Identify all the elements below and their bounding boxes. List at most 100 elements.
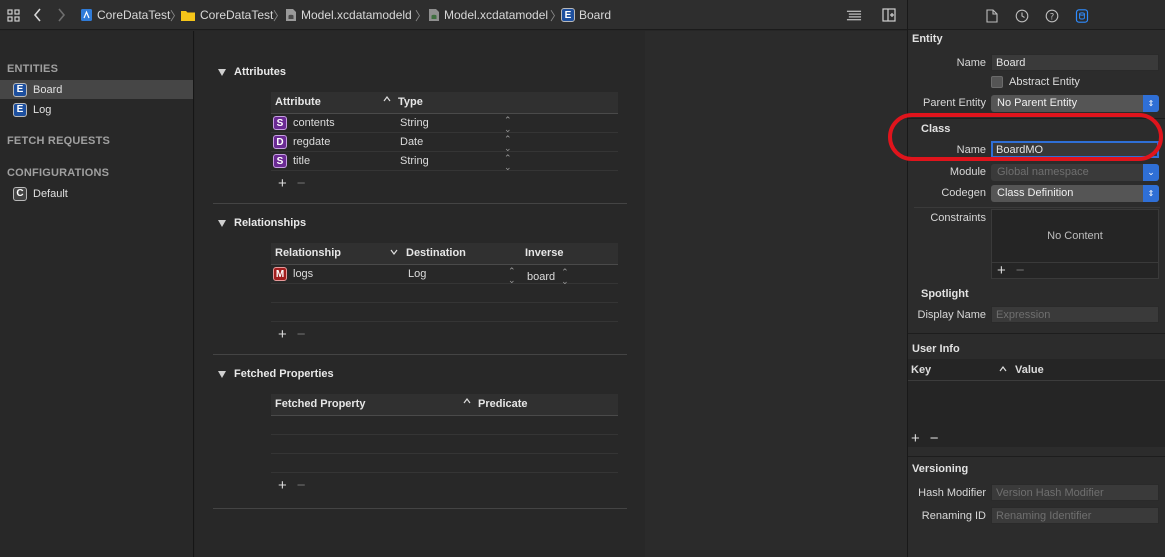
section-separator	[914, 207, 1160, 208]
table-row[interactable]: Dregdate Date ⌃ ⌄	[271, 133, 618, 153]
sidebar-item-board[interactable]: E Board	[0, 80, 193, 99]
sidebar-item-log[interactable]: E Log	[0, 100, 193, 119]
related-items-grid-icon[interactable]	[5, 7, 21, 23]
spotlight-section-header: Spotlight	[921, 288, 969, 300]
relationships-table: Relationship Destination Inverse Mlogs L…	[271, 243, 618, 322]
relationships-section-toggle[interactable]: Relationships	[218, 217, 306, 229]
constraints-list[interactable]: No Content + −	[991, 209, 1159, 279]
column-type[interactable]: Type	[398, 96, 423, 108]
empty-row	[271, 454, 618, 473]
constraints-add-remove: + −	[997, 262, 1025, 279]
sidebar-item-label: Log	[33, 103, 52, 116]
module-label: Module	[949, 166, 986, 178]
remove-relationship-button[interactable]: −	[297, 326, 306, 343]
table-row[interactable]: Scontents String ⌃ ⌄	[271, 114, 618, 134]
data-model-inspector-icon[interactable]	[1075, 9, 1089, 23]
abstract-entity-checkbox[interactable]: Abstract Entity	[991, 76, 1080, 88]
add-constraint-button[interactable]: +	[997, 262, 1006, 279]
updown-arrows-icon: ⌃ ⌄	[504, 115, 512, 134]
renaming-id-field[interactable]: Renaming Identifier	[991, 507, 1159, 524]
display-name-field[interactable]: Expression	[991, 306, 1159, 323]
remove-fetched-property-button[interactable]: −	[297, 477, 306, 494]
hash-modifier-field[interactable]: Version Hash Modifier	[991, 484, 1159, 501]
sidebar-item-label: Default	[33, 187, 68, 200]
codegen-label: Codegen	[941, 187, 986, 199]
quick-help-icon[interactable]: ?	[1045, 9, 1059, 23]
relationship-name: logs	[293, 268, 314, 280]
module-combo-box[interactable]: Global namespace ⌄	[991, 164, 1159, 181]
column-destination[interactable]: Destination	[406, 247, 466, 259]
column-sort-arrow-icon[interactable]	[463, 398, 471, 404]
entity-editor: Attributes Attribute Type Scontents Stri…	[195, 31, 645, 557]
empty-row	[271, 284, 618, 303]
remove-attribute-button[interactable]: −	[297, 175, 306, 192]
column-fetched-property[interactable]: Fetched Property	[275, 398, 365, 410]
attributes-section-toggle[interactable]: Attributes	[218, 66, 286, 78]
column-attribute[interactable]: Attribute	[275, 96, 321, 108]
column-sort-arrow-icon[interactable]	[383, 96, 391, 102]
entity-icon: E	[13, 102, 27, 117]
versioning-section-header: Versioning	[912, 463, 969, 475]
add-fetched-property-button[interactable]: +	[278, 477, 287, 494]
user-info-table[interactable]: Key Value + −	[908, 359, 1165, 447]
constraints-empty-label: No Content	[1047, 230, 1103, 242]
breadcrumb-entity[interactable]: E Board	[561, 7, 611, 23]
section-separator	[908, 333, 1165, 334]
editor-lines-icon[interactable]	[846, 7, 862, 23]
section-divider	[213, 354, 627, 355]
file-inspector-icon[interactable]	[986, 9, 998, 23]
attribute-type-popup[interactable]: String	[400, 117, 429, 129]
sidebar-item-default[interactable]: C Default	[0, 184, 193, 203]
codegen-popup[interactable]: Class Definition ⇕	[991, 185, 1159, 202]
fetched-properties-section-toggle[interactable]: Fetched Properties	[218, 368, 334, 380]
add-relationship-button[interactable]: +	[278, 326, 287, 343]
breadcrumb-datamodel-bundle[interactable]: Model.xcdatamodeld	[284, 7, 412, 23]
column-inverse[interactable]: Inverse	[525, 247, 564, 259]
user-info-section-header: User Info	[912, 343, 960, 355]
parent-entity-value: No Parent Entity	[997, 97, 1078, 109]
column-sort-arrow-icon[interactable]	[999, 366, 1007, 372]
entity-icon: E	[13, 82, 27, 97]
entity-name-field[interactable]: Board	[991, 54, 1159, 71]
add-user-info-button[interactable]: +	[911, 430, 920, 447]
display-name-label: Display Name	[917, 309, 986, 321]
remove-user-info-button[interactable]: −	[930, 430, 939, 447]
attributes-table-header: Attribute Type	[271, 92, 618, 114]
column-value[interactable]: Value	[1015, 364, 1044, 376]
relationships-table-header: Relationship Destination Inverse	[271, 243, 618, 265]
column-relationship[interactable]: Relationship	[275, 247, 341, 259]
remove-constraint-button[interactable]: −	[1016, 262, 1025, 279]
table-row[interactable]: Mlogs Log ⌃ ⌄ board ⌃ ⌄	[271, 265, 618, 286]
table-row[interactable]: Stitle String ⌃ ⌄	[271, 152, 618, 172]
attribute-type-popup[interactable]: Date	[400, 136, 423, 148]
attributes-add-remove: + −	[278, 175, 306, 192]
column-sort-arrow-icon[interactable]	[390, 249, 398, 255]
add-attribute-button[interactable]: +	[278, 175, 287, 192]
attribute-type-popup[interactable]: String	[400, 155, 429, 167]
svg-text:?: ?	[1050, 12, 1055, 22]
checkbox-box	[991, 76, 1003, 88]
parent-entity-popup[interactable]: No Parent Entity ⇕	[991, 95, 1159, 112]
breadcrumb-project[interactable]: CoreDataTest	[80, 7, 170, 23]
column-predicate[interactable]: Predicate	[478, 398, 528, 410]
add-editor-split-icon[interactable]	[881, 7, 897, 23]
string-attribute-icon: S	[273, 116, 287, 130]
breadcrumb-label: Model.xcdatamodel	[444, 8, 549, 22]
destination-popup[interactable]: Log	[408, 268, 426, 280]
abstract-entity-label: Abstract Entity	[1009, 76, 1080, 88]
user-info-add-remove: + −	[911, 430, 939, 447]
column-key[interactable]: Key	[911, 364, 931, 376]
editor-empty-area	[645, 31, 907, 557]
disclosure-triangle-icon	[218, 219, 226, 227]
breadcrumb-folder[interactable]: CoreDataTest	[180, 7, 273, 23]
fetched-properties-table-header: Fetched Property Predicate	[271, 394, 618, 416]
relationships-add-remove: + −	[278, 326, 306, 343]
back-chevron-icon[interactable]	[30, 7, 46, 23]
breadcrumb-datamodel-file[interactable]: Model.xcdatamodel	[427, 7, 548, 23]
attribute-name: title	[293, 155, 311, 167]
forward-chevron-icon[interactable]	[53, 7, 69, 23]
history-inspector-icon[interactable]	[1015, 9, 1029, 23]
datamodel-bundle-icon	[284, 8, 297, 22]
entities-sidebar: ENTITIES E Board E Log FETCH REQUESTS CO…	[0, 31, 194, 557]
popup-arrows-icon: ⇕	[1143, 95, 1159, 112]
